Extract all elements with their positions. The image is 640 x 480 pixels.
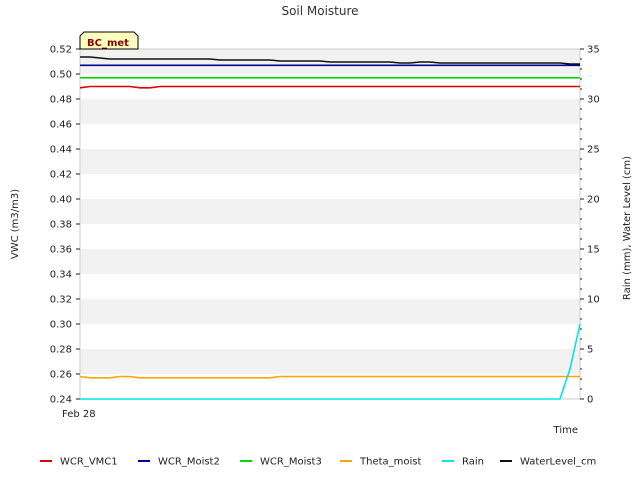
y-tick-label: 0.28 xyxy=(50,345,72,356)
grid-bands xyxy=(80,49,580,399)
grid-band xyxy=(80,174,580,199)
y2-tick-label: 35 xyxy=(587,45,600,56)
y-tick-label: 0.48 xyxy=(50,95,72,106)
grid-band xyxy=(80,349,580,374)
y-tick-label: 0.26 xyxy=(50,370,72,381)
y-tick-label: 0.24 xyxy=(50,395,72,406)
grid-band xyxy=(80,124,580,149)
y2-tick-label: 15 xyxy=(587,245,600,256)
y2-tick-label: 5 xyxy=(587,345,593,356)
y-tick-label: 0.42 xyxy=(50,170,72,181)
y-tick-label: 0.36 xyxy=(50,245,72,256)
legend-label-theta-moist: Theta_moist xyxy=(359,457,421,468)
grid-band xyxy=(80,224,580,249)
y2-tick-label: 20 xyxy=(587,195,600,206)
grid-band xyxy=(80,99,580,124)
grid-band xyxy=(80,199,580,224)
y-tick-label: 0.44 xyxy=(50,145,72,156)
grid-band xyxy=(80,149,580,174)
y-axis-label: VWC (m3/m3) xyxy=(10,189,21,259)
left-axis: 0.24 0.26 0.28 0.30 0.32 0.34 0.36 0.38 0.40 0.42… xyxy=(50,45,80,406)
y-tick-label: 0.52 xyxy=(50,45,72,56)
y2-tick-label: 25 xyxy=(587,145,600,156)
right-axis: 0 5 10 15 20 25 30 35 xyxy=(580,45,600,406)
grid-band xyxy=(80,324,580,349)
station-badge-label: BC_met xyxy=(87,38,129,49)
y2-tick-label: 10 xyxy=(587,295,600,306)
y-tick-label: 0.46 xyxy=(50,120,72,131)
legend-label-wcr-vmc1: WCR_VMC1 xyxy=(60,457,118,468)
grid-band xyxy=(80,249,580,274)
y2-axis-label: Rain (mm), Water Level (cm) xyxy=(622,156,633,300)
y-tick-label: 0.32 xyxy=(50,295,72,306)
station-badge: BC_met xyxy=(79,31,139,50)
x-tick-label: Feb 28 xyxy=(62,409,96,420)
grid-band xyxy=(80,299,580,324)
x-axis-label: Time xyxy=(553,425,578,436)
chart-title: Soil Moisture xyxy=(281,4,358,18)
legend: WCR_VMC1 WCR_Moist2 WCR_Moist3 Theta_moist R… xyxy=(40,457,596,468)
y-tick-label: 0.40 xyxy=(50,195,72,206)
soil-moisture-chart: 0.24 0.26 0.28 0.30 0.32 0.34 0.36 0.38 0.40 0.42… xyxy=(10,4,633,468)
legend-label-wcr-moist2: WCR_Moist2 xyxy=(158,457,220,468)
y-tick-label: 0.30 xyxy=(50,320,72,331)
legend-label-waterlevel-cm: WaterLevel_cm xyxy=(520,457,596,468)
grid-band xyxy=(80,274,580,299)
y-tick-label: 0.50 xyxy=(50,70,72,81)
y-tick-label: 0.38 xyxy=(50,220,72,231)
y-tick-label: 0.34 xyxy=(50,270,72,281)
legend-label-rain: Rain xyxy=(462,457,484,468)
y2-tick-label: 0 xyxy=(587,395,593,406)
legend-label-wcr-moist3: WCR_Moist3 xyxy=(260,457,322,468)
y2-tick-label: 30 xyxy=(587,95,600,106)
